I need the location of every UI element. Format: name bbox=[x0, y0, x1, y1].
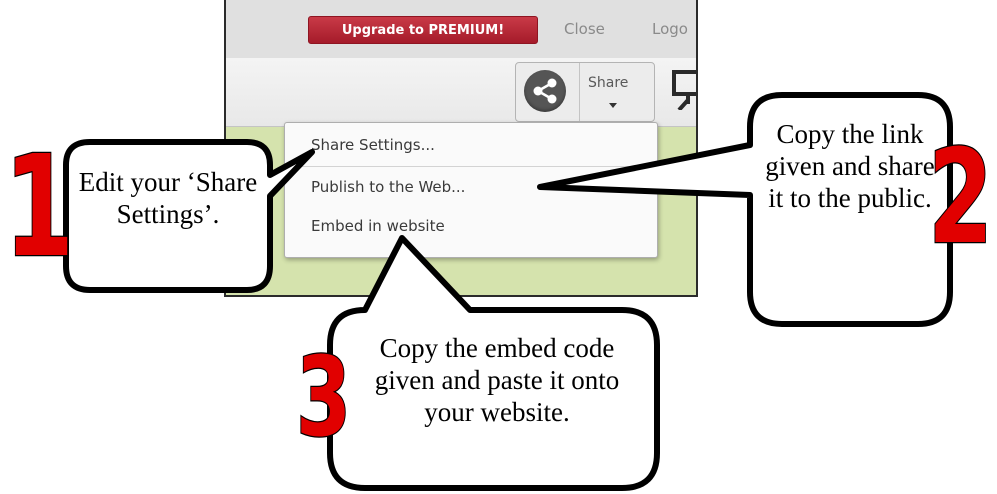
callout-3-text: Copy the embed code given and paste it o… bbox=[374, 333, 620, 427]
step-number-1: 1 bbox=[3, 126, 75, 289]
callout-1-text: Edit your ‘Share Settings’. bbox=[78, 167, 258, 229]
step-number-3: 3 bbox=[295, 333, 352, 461]
callout-2-text: Copy the link given and share it to the … bbox=[765, 119, 935, 213]
step-number-2: 2 bbox=[927, 121, 994, 273]
